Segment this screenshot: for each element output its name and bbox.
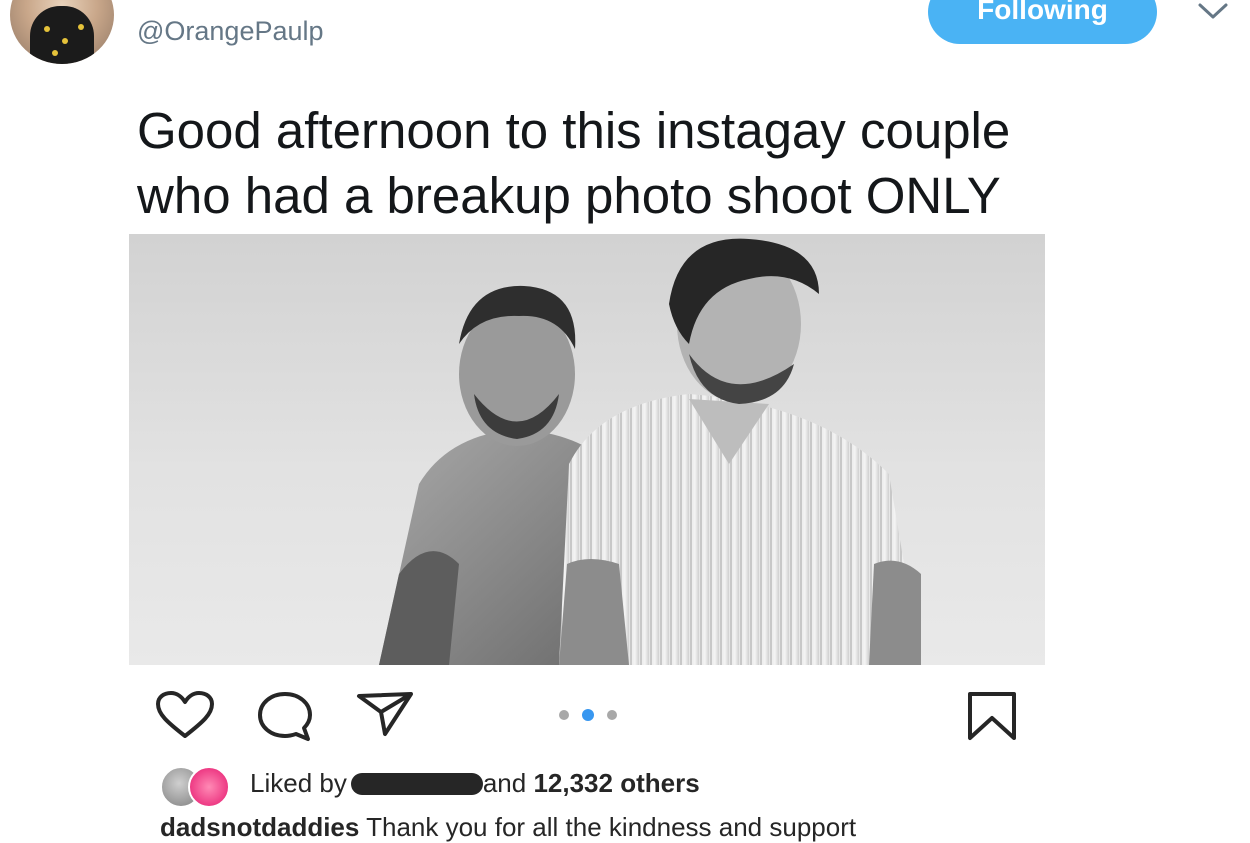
likes-row: Liked by and 12,332 others [160,764,860,808]
chevron-down-icon[interactable] [1196,0,1230,22]
instagram-photo[interactable] [129,234,1045,665]
carousel-dot-3 [607,710,617,720]
following-button[interactable]: Following [928,0,1157,44]
carousel-dot-2-active [582,709,594,721]
user-handle[interactable]: @OrangePaulp [137,16,324,47]
likes-count[interactable]: 12,332 others [533,768,699,798]
share-icon[interactable] [355,690,415,738]
comment-icon[interactable] [256,690,314,742]
shirt-pattern [52,50,58,56]
liked-by-label: Liked by [250,768,347,798]
likes-and-label: and [482,768,534,798]
carousel-indicator [559,709,617,721]
photo-illustration [379,238,921,665]
bookmark-icon[interactable] [966,690,1018,742]
caption-username[interactable]: dadsnotdaddies [160,812,359,842]
heart-icon[interactable] [155,690,215,740]
liker-avatar[interactable] [188,766,230,808]
post-caption: dadsnotdaddies Thank you for all the kin… [160,812,856,843]
tweet-text: Good afternoon to this instagay couple w… [137,98,1227,228]
shirt-pattern [62,38,68,44]
redacted-username [350,773,483,795]
tweet-text-line-1: Good afternoon to this instagay couple [137,102,1011,159]
profile-avatar[interactable] [10,0,114,64]
avatar-shirt [30,6,94,64]
tweet-text-line-2: who had a breakup photo shoot ONLY [137,167,1001,224]
shirt-pattern [78,24,84,30]
caption-text: Thank you for all the kindness and suppo… [359,812,857,842]
likes-text: Liked by and 12,332 others [250,768,700,799]
carousel-dot-1 [559,710,569,720]
shirt-pattern [44,26,50,32]
